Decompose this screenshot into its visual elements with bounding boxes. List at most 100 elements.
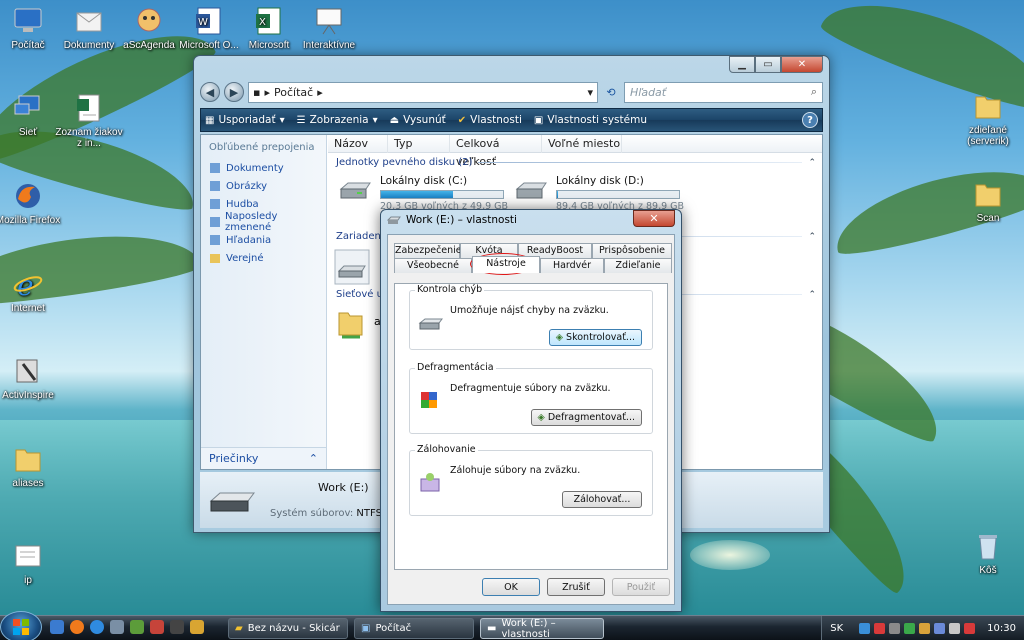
ie-icon[interactable] (90, 620, 104, 634)
views-button[interactable]: ☰ Zobrazenia ▾ (297, 114, 378, 126)
desktop-icon-aliases[interactable]: aliases (0, 443, 64, 489)
desktop-icon-internet[interactable]: e Internet (0, 268, 64, 314)
column-name[interactable]: Názov (328, 135, 388, 153)
refresh-icon[interactable]: ⟲ (602, 82, 620, 103)
backup-icon (420, 473, 440, 492)
dialog-close-button[interactable]: ✕ (633, 210, 675, 227)
task-properties[interactable]: ▬ Work (E:) – vlastnosti (480, 618, 604, 640)
media-icon[interactable] (130, 620, 144, 634)
apply-button[interactable]: Použiť (612, 578, 670, 596)
nav-item-public[interactable]: Verejné (201, 249, 326, 267)
filesystem-value: NTFS (356, 508, 382, 519)
switch-windows-icon[interactable] (110, 620, 124, 634)
column-total-size[interactable]: Celková veľkosť (450, 135, 542, 168)
tab-security[interactable]: Zabezpečenie (394, 243, 462, 258)
properties-button[interactable]: ✔ Vlastnosti (458, 114, 522, 126)
tab-tools[interactable]: Nástroje (472, 256, 540, 273)
desktop-icon-label: zdieľané (serverik) (967, 125, 1009, 147)
drive-c[interactable]: Lokálny disk (C:) 20,3 GB voľných z 49,9… (338, 175, 508, 212)
drive-e[interactable] (334, 249, 370, 285)
forward-button[interactable]: ▶ (224, 82, 244, 102)
defragment-now-button[interactable]: ◈ Defragmentovať... (530, 409, 642, 426)
tray-icon[interactable] (904, 622, 916, 634)
start-button[interactable] (0, 611, 42, 640)
volume-icon[interactable] (949, 622, 961, 634)
tab-hardware[interactable]: Hardvér (540, 258, 604, 273)
backup-now-button[interactable]: Zálohovať... (562, 491, 642, 508)
nav-item-label: Obrázky (226, 180, 268, 192)
firefox-icon[interactable] (70, 620, 84, 634)
usage-fill (557, 191, 559, 198)
desktop-icon-firefox[interactable]: Mozilla Firefox (0, 180, 64, 226)
tab-sharing[interactable]: Zdieľanie (604, 258, 672, 273)
nav-item-label: Dokumenty (226, 162, 284, 174)
eject-button[interactable]: ⏏ Vysunúť (390, 114, 446, 126)
desktop-icon-whiteboard[interactable]: Interaktívne (293, 5, 365, 51)
chevron-down-icon[interactable]: ▾ (587, 86, 593, 99)
cancel-button[interactable]: Zrušiť (547, 578, 605, 596)
svg-text:e: e (17, 269, 34, 299)
folder-icon (12, 443, 44, 475)
folder-icon[interactable] (190, 620, 204, 634)
tray-icon[interactable] (859, 622, 871, 634)
ok-button[interactable]: OK (482, 578, 540, 596)
desktop-icon-ip[interactable]: ip (0, 540, 64, 586)
nav-item-label: Hľadania (226, 234, 272, 246)
ascagenda-icon (133, 5, 165, 37)
removable-drive-icon (334, 249, 370, 285)
nav-item-pictures[interactable]: Obrázky (201, 177, 326, 195)
tray-icon[interactable] (919, 622, 931, 634)
properties-dialog[interactable]: Work (E:) – vlastnosti ✕ Zabezpečenie Kv… (380, 209, 682, 612)
close-button[interactable]: ✕ (781, 56, 823, 73)
help-icon[interactable]: ? (802, 112, 818, 128)
check-now-button[interactable]: ◈ Skontrolovať... (548, 329, 642, 346)
tab-general[interactable]: Všeobecné (394, 258, 472, 273)
group-hard-drives[interactable]: Jednotky pevného disku (2) ⌃ (336, 157, 816, 168)
clock[interactable]: 10:30 (987, 623, 1016, 634)
documents-icon (73, 5, 105, 37)
nav-item-documents[interactable]: Dokumenty (201, 159, 326, 177)
pictures-icon (210, 181, 220, 191)
tray-icon[interactable] (874, 622, 886, 634)
minimize-button[interactable]: ▁ (729, 56, 755, 73)
show-desktop-icon[interactable] (50, 620, 64, 634)
system-properties-button[interactable]: ▣ Vlastnosti systému (534, 114, 647, 126)
breadcrumb[interactable]: Počítač (274, 86, 313, 99)
tab-customize[interactable]: Prispôsobenie (592, 243, 672, 258)
task-computer[interactable]: ▣ Počítač (354, 618, 474, 639)
search-icon[interactable]: ⌕ (811, 85, 817, 99)
back-button[interactable]: ◀ (200, 82, 220, 102)
folders-toggle[interactable]: Priečinky ⌃ (201, 447, 326, 469)
breadcrumb-separator: ▸ (264, 85, 270, 99)
language-indicator[interactable]: SK (830, 623, 843, 634)
tray-icon[interactable] (964, 622, 976, 634)
search-placeholder: Hľadať (630, 85, 667, 99)
dialog-title-text: Work (E:) – vlastnosti (406, 214, 517, 226)
desktop-icon-excel-file[interactable]: Zoznam žiakov z in... (53, 92, 125, 149)
maximize-button[interactable]: ▭ (755, 56, 781, 73)
network-location[interactable]: a (336, 307, 381, 341)
desktop-icon-scan[interactable]: Scan (952, 178, 1024, 224)
system-properties-icon: ▣ (533, 114, 544, 126)
chevron-up-icon: ⌃ (308, 452, 318, 465)
organize-button[interactable]: ▦ Usporiadať ▾ (205, 114, 285, 126)
column-type[interactable]: Typ (388, 135, 450, 153)
desktop-icon-recycle-bin[interactable]: Kôš (952, 530, 1024, 576)
tray-icon[interactable] (889, 622, 901, 634)
network-tray-icon[interactable] (934, 622, 946, 634)
drive-d[interactable]: Lokálny disk (D:) 89,4 GB voľných z 89,9… (514, 175, 684, 212)
activinspire-icon (12, 355, 44, 387)
address-bar[interactable]: ▪ ▸ Počítač ▸ ▾ (248, 81, 598, 103)
group-label: Jednotky pevného disku (2) (336, 157, 473, 168)
nav-item-recent[interactable]: Naposledy zmenené (201, 211, 326, 233)
system-properties-label: Vlastnosti systému (547, 114, 647, 126)
task-paint[interactable]: ▰ Bez názvu - Skicár (228, 618, 348, 639)
section-description: Defragmentuje súbory na zväzku. (450, 383, 611, 394)
search-input[interactable]: Hľadať ⌕ (624, 81, 823, 103)
desktop-icon-shared[interactable]: zdieľané (serverik) (952, 90, 1024, 147)
column-free-space[interactable]: Voľné miesto (542, 135, 622, 153)
app-icon[interactable] (150, 620, 164, 634)
desktop-icon-activinspire[interactable]: ActivInspire (0, 355, 64, 401)
console-icon[interactable] (170, 620, 184, 634)
nav-item-searches[interactable]: Hľadania (201, 231, 326, 249)
